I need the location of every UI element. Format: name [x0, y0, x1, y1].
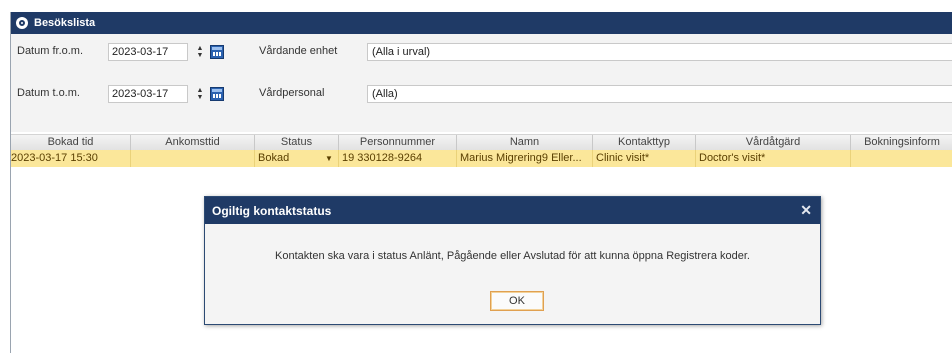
date-from-spinner-icon[interactable]: ▲ ▼: [196, 44, 204, 60]
cell-pnr: 19 330128-9264: [339, 150, 457, 167]
close-icon[interactable]: ✕: [800, 201, 812, 219]
column-header-arrival[interactable]: Ankomsttid: [131, 135, 255, 150]
dialog-title: Ogiltig kontaktstatus: [212, 203, 332, 218]
column-header-name[interactable]: Namn: [457, 135, 593, 150]
date-to-spinner-icon[interactable]: ▲ ▼: [196, 86, 204, 102]
date-to-field[interactable]: 2023-03-17: [108, 85, 188, 103]
date-from-calendar-icon[interactable]: [210, 45, 224, 59]
dialog-message: Kontakten ska vara i status Anlänt, Pågå…: [275, 250, 750, 262]
staff-label: Vårdpersonal: [259, 87, 325, 99]
unit-select[interactable]: (Alla i urval): [367, 43, 952, 61]
table-header: Bokad tid Ankomsttid Status Personnummer…: [11, 134, 952, 151]
unit-label: Vårdande enhet: [259, 45, 338, 57]
window-title: Besökslista: [34, 17, 96, 29]
dialog-titlebar: Ogiltig kontaktstatus ✕: [205, 197, 820, 224]
date-from-field[interactable]: 2023-03-17: [108, 43, 188, 61]
column-header-booked[interactable]: Bokad tid: [11, 135, 131, 150]
column-header-care-action[interactable]: Vårdåtgärd: [696, 135, 851, 150]
table-row[interactable]: 2023-03-17 15:30 Bokad ▼ 19 330128-9264 …: [11, 150, 952, 167]
status-value: Bokad: [258, 152, 290, 164]
cell-status[interactable]: Bokad ▼: [255, 150, 339, 167]
cell-booked: 2023-03-17 15:30: [11, 150, 131, 167]
cell-care-action: Doctor's visit*: [696, 150, 851, 167]
date-to-calendar-icon[interactable]: [210, 87, 224, 101]
ok-button[interactable]: OK: [490, 291, 544, 311]
column-header-contact-type[interactable]: Kontakttyp: [593, 135, 696, 150]
filter-panel: Datum fr.o.m. 2023-03-17 ▲ ▼ Vårdande enh…: [11, 34, 952, 132]
cell-name: Marius Migrering9 Eller...: [457, 150, 593, 167]
chevron-down-icon[interactable]: ▼: [325, 150, 333, 167]
date-from-label: Datum fr.o.m.: [17, 45, 84, 57]
window-titlebar: Besökslista: [11, 12, 952, 34]
app-icon: [16, 17, 28, 29]
cell-arrival: [131, 150, 255, 167]
column-header-booking-info[interactable]: Bokningsinform: [851, 135, 952, 150]
column-header-status[interactable]: Status: [255, 135, 339, 150]
cell-contact-type: Clinic visit*: [593, 150, 696, 167]
column-header-pnr[interactable]: Personnummer: [339, 135, 457, 150]
invalid-status-dialog: Ogiltig kontaktstatus ✕ Kontakten ska va…: [204, 196, 821, 325]
cell-booking-info: [851, 150, 952, 167]
date-to-label: Datum t.o.m.: [17, 87, 80, 99]
staff-select[interactable]: (Alla): [367, 85, 952, 103]
